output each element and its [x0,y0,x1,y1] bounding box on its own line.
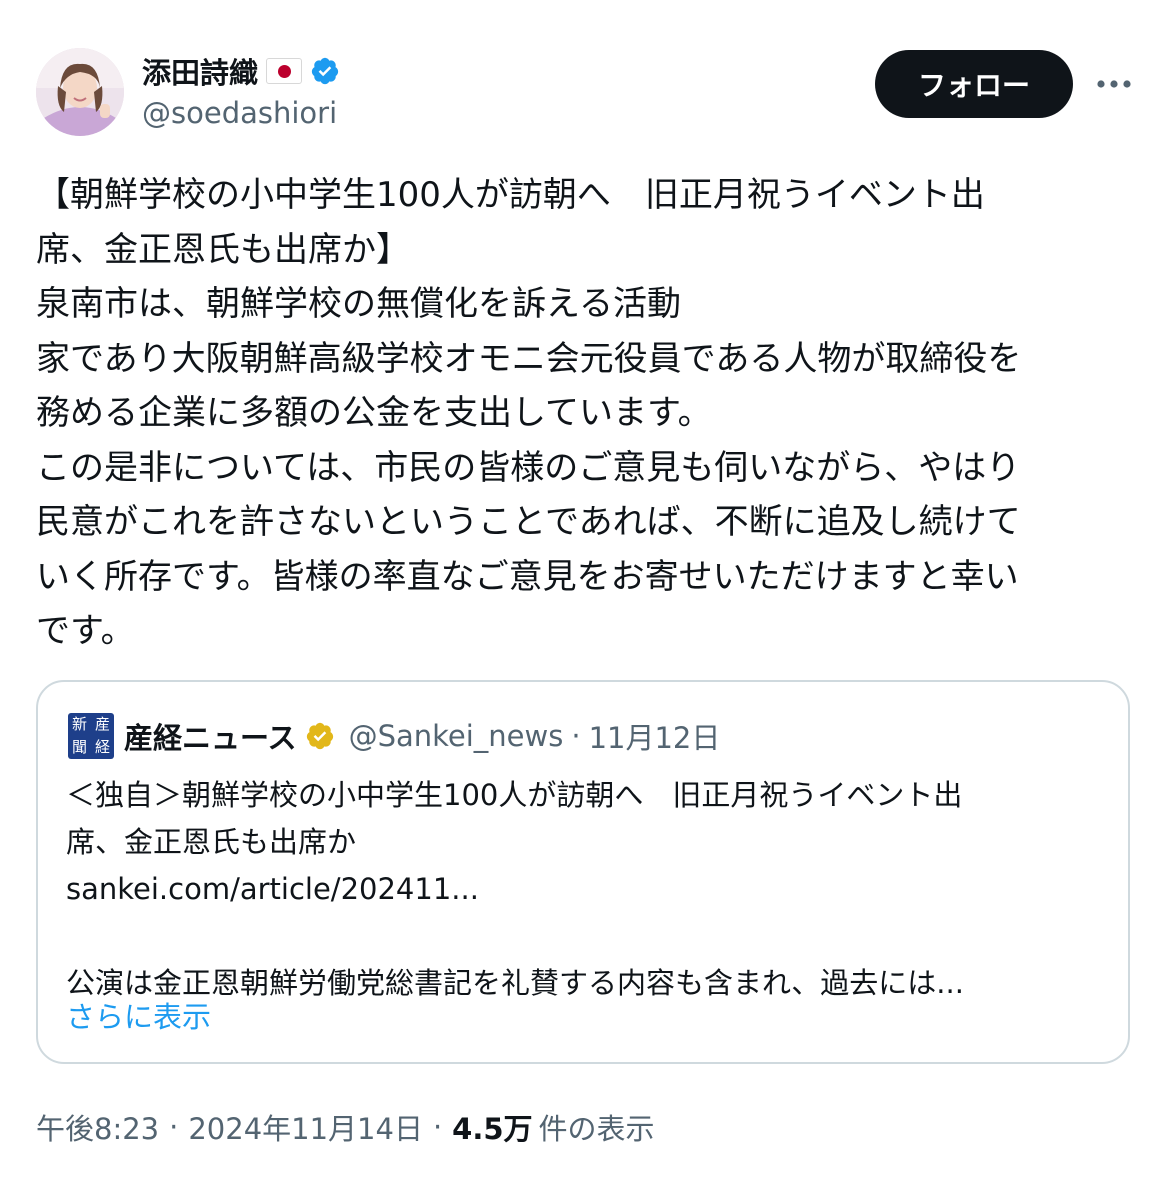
views[interactable]: 4.5万 件の表示 [452,1106,654,1148]
author-handle[interactable]: @soedashiori [142,96,337,130]
quoted-author-name[interactable]: 産経ニュース [124,715,297,757]
show-more-link[interactable]: さらに表示 [66,994,211,1036]
separator-dot: · [571,719,581,753]
post-meta: 午後8:23 · 2024年11月14日 · 4.5万 件の表示 [36,1103,655,1151]
post-date[interactable]: 2024年11月14日 [188,1106,423,1148]
logo-char: 新 [71,715,87,733]
quoted-post-text: ＜独自＞朝鮮学校の小中学生100人が訪朝へ 旧正月祝うイベント出 席、金正恩氏も… [66,778,964,1000]
quoted-post-date[interactable]: 11月12日 [589,715,721,757]
logo-char: 聞 [71,738,87,756]
post-time[interactable]: 午後8:23 [36,1106,159,1148]
gold-verified-badge-icon [306,722,333,750]
logo-char: 産 [94,715,110,733]
author-display-name[interactable]: 添田詩織 [142,50,258,92]
avatar[interactable] [36,48,124,136]
more-horizontal-icon [1097,80,1131,88]
more-options-button[interactable] [1092,62,1136,106]
logo-char: 経 [94,738,110,756]
japan-flag-icon [266,58,303,84]
quoted-post-header: 新 産 聞 経 産経ニュース @Sankei_news · 11月12日 [68,713,721,759]
verified-badge-icon [311,57,339,85]
post-text: 【朝鮮学校の小中学生100人が訪朝へ 旧正月祝うイベント出 席、金正恩氏も出席か… [36,175,1022,651]
quoted-author-handle[interactable]: @Sankei_news [349,719,564,753]
author-name-row: 添田詩織 [142,50,340,92]
follow-button[interactable]: フォロー [875,50,1073,118]
views-count: 4.5万 [452,1112,533,1146]
views-label: 件の表示 [538,1112,655,1146]
avatar-image [36,48,124,136]
separator-dot: · [169,1110,179,1144]
sankei-logo-icon: 新 産 聞 経 [68,713,114,759]
separator-dot: · [432,1110,443,1144]
